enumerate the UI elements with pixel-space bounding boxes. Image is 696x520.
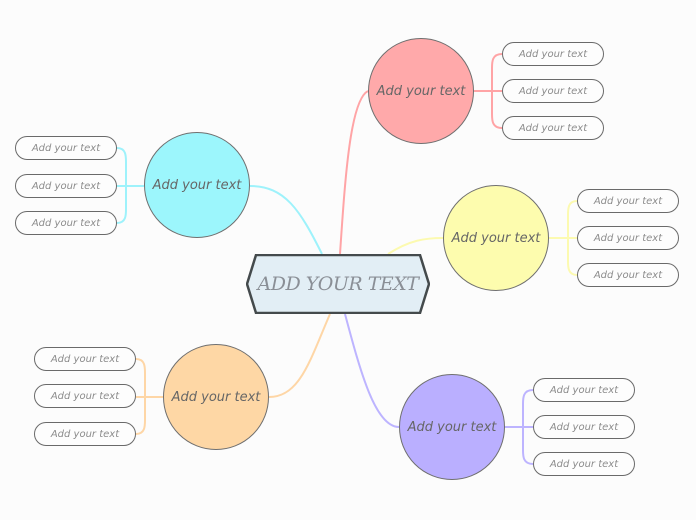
subtopic-label: Add your text xyxy=(50,353,120,365)
subtopic-label: Add your text xyxy=(50,390,120,402)
subtopic-purple-1[interactable]: Add your text xyxy=(533,378,635,402)
mind-map-canvas: Add your text Add your text Add your tex… xyxy=(0,0,696,520)
subtopic-cyan-1[interactable]: Add your text xyxy=(15,136,117,160)
subtopic-label: Add your text xyxy=(31,142,101,154)
subtopic-orange-3[interactable]: Add your text xyxy=(34,422,136,446)
subtopic-yellow-1[interactable]: Add your text xyxy=(577,189,679,213)
connector-orange xyxy=(268,313,331,398)
topic-label: Add your text xyxy=(407,419,497,435)
subtopic-label: Add your text xyxy=(549,458,619,470)
subtopic-orange-1[interactable]: Add your text xyxy=(34,347,136,371)
subtopic-label: Add your text xyxy=(518,85,588,97)
subtopic-purple-2[interactable]: Add your text xyxy=(533,415,635,439)
topic-label: Add your text xyxy=(171,389,261,405)
connector-purple xyxy=(344,313,400,428)
topic-yellow[interactable]: Add your text xyxy=(443,185,549,291)
subtopic-red-3[interactable]: Add your text xyxy=(502,116,604,140)
topic-cyan[interactable]: Add your text xyxy=(144,132,250,238)
subtopic-label: Add your text xyxy=(593,232,663,244)
central-topic-label: Add your text xyxy=(257,273,419,295)
subtopic-label: Add your text xyxy=(50,428,120,440)
topic-label: Add your text xyxy=(376,83,466,99)
subtopic-yellow-2[interactable]: Add your text xyxy=(577,226,679,250)
subtopic-red-2[interactable]: Add your text xyxy=(502,79,604,103)
subtopic-orange-2[interactable]: Add your text xyxy=(34,384,136,408)
subtopic-label: Add your text xyxy=(593,269,663,281)
topic-label: Add your text xyxy=(152,177,242,193)
connector-cyan xyxy=(249,185,323,255)
subtopic-label: Add your text xyxy=(549,421,619,433)
subtopic-purple-3[interactable]: Add your text xyxy=(533,452,635,476)
subtopic-cyan-3[interactable]: Add your text xyxy=(15,211,117,235)
topic-label: Add your text xyxy=(451,230,541,246)
subtopic-label: Add your text xyxy=(31,180,101,192)
subtopic-label: Add your text xyxy=(518,48,588,60)
subtopic-cyan-2[interactable]: Add your text xyxy=(15,174,117,198)
topic-orange[interactable]: Add your text xyxy=(163,344,269,450)
connector-red xyxy=(339,90,369,255)
connector-yellow xyxy=(387,237,444,255)
subtopic-label: Add your text xyxy=(518,122,588,134)
topic-purple[interactable]: Add your text xyxy=(399,374,505,480)
subtopic-yellow-3[interactable]: Add your text xyxy=(577,263,679,287)
subtopic-label: Add your text xyxy=(549,384,619,396)
topic-red[interactable]: Add your text xyxy=(368,38,474,144)
subtopic-red-1[interactable]: Add your text xyxy=(502,42,604,66)
subtopic-label: Add your text xyxy=(593,195,663,207)
central-topic[interactable]: Add your text xyxy=(246,254,430,314)
subtopic-label: Add your text xyxy=(31,217,101,229)
